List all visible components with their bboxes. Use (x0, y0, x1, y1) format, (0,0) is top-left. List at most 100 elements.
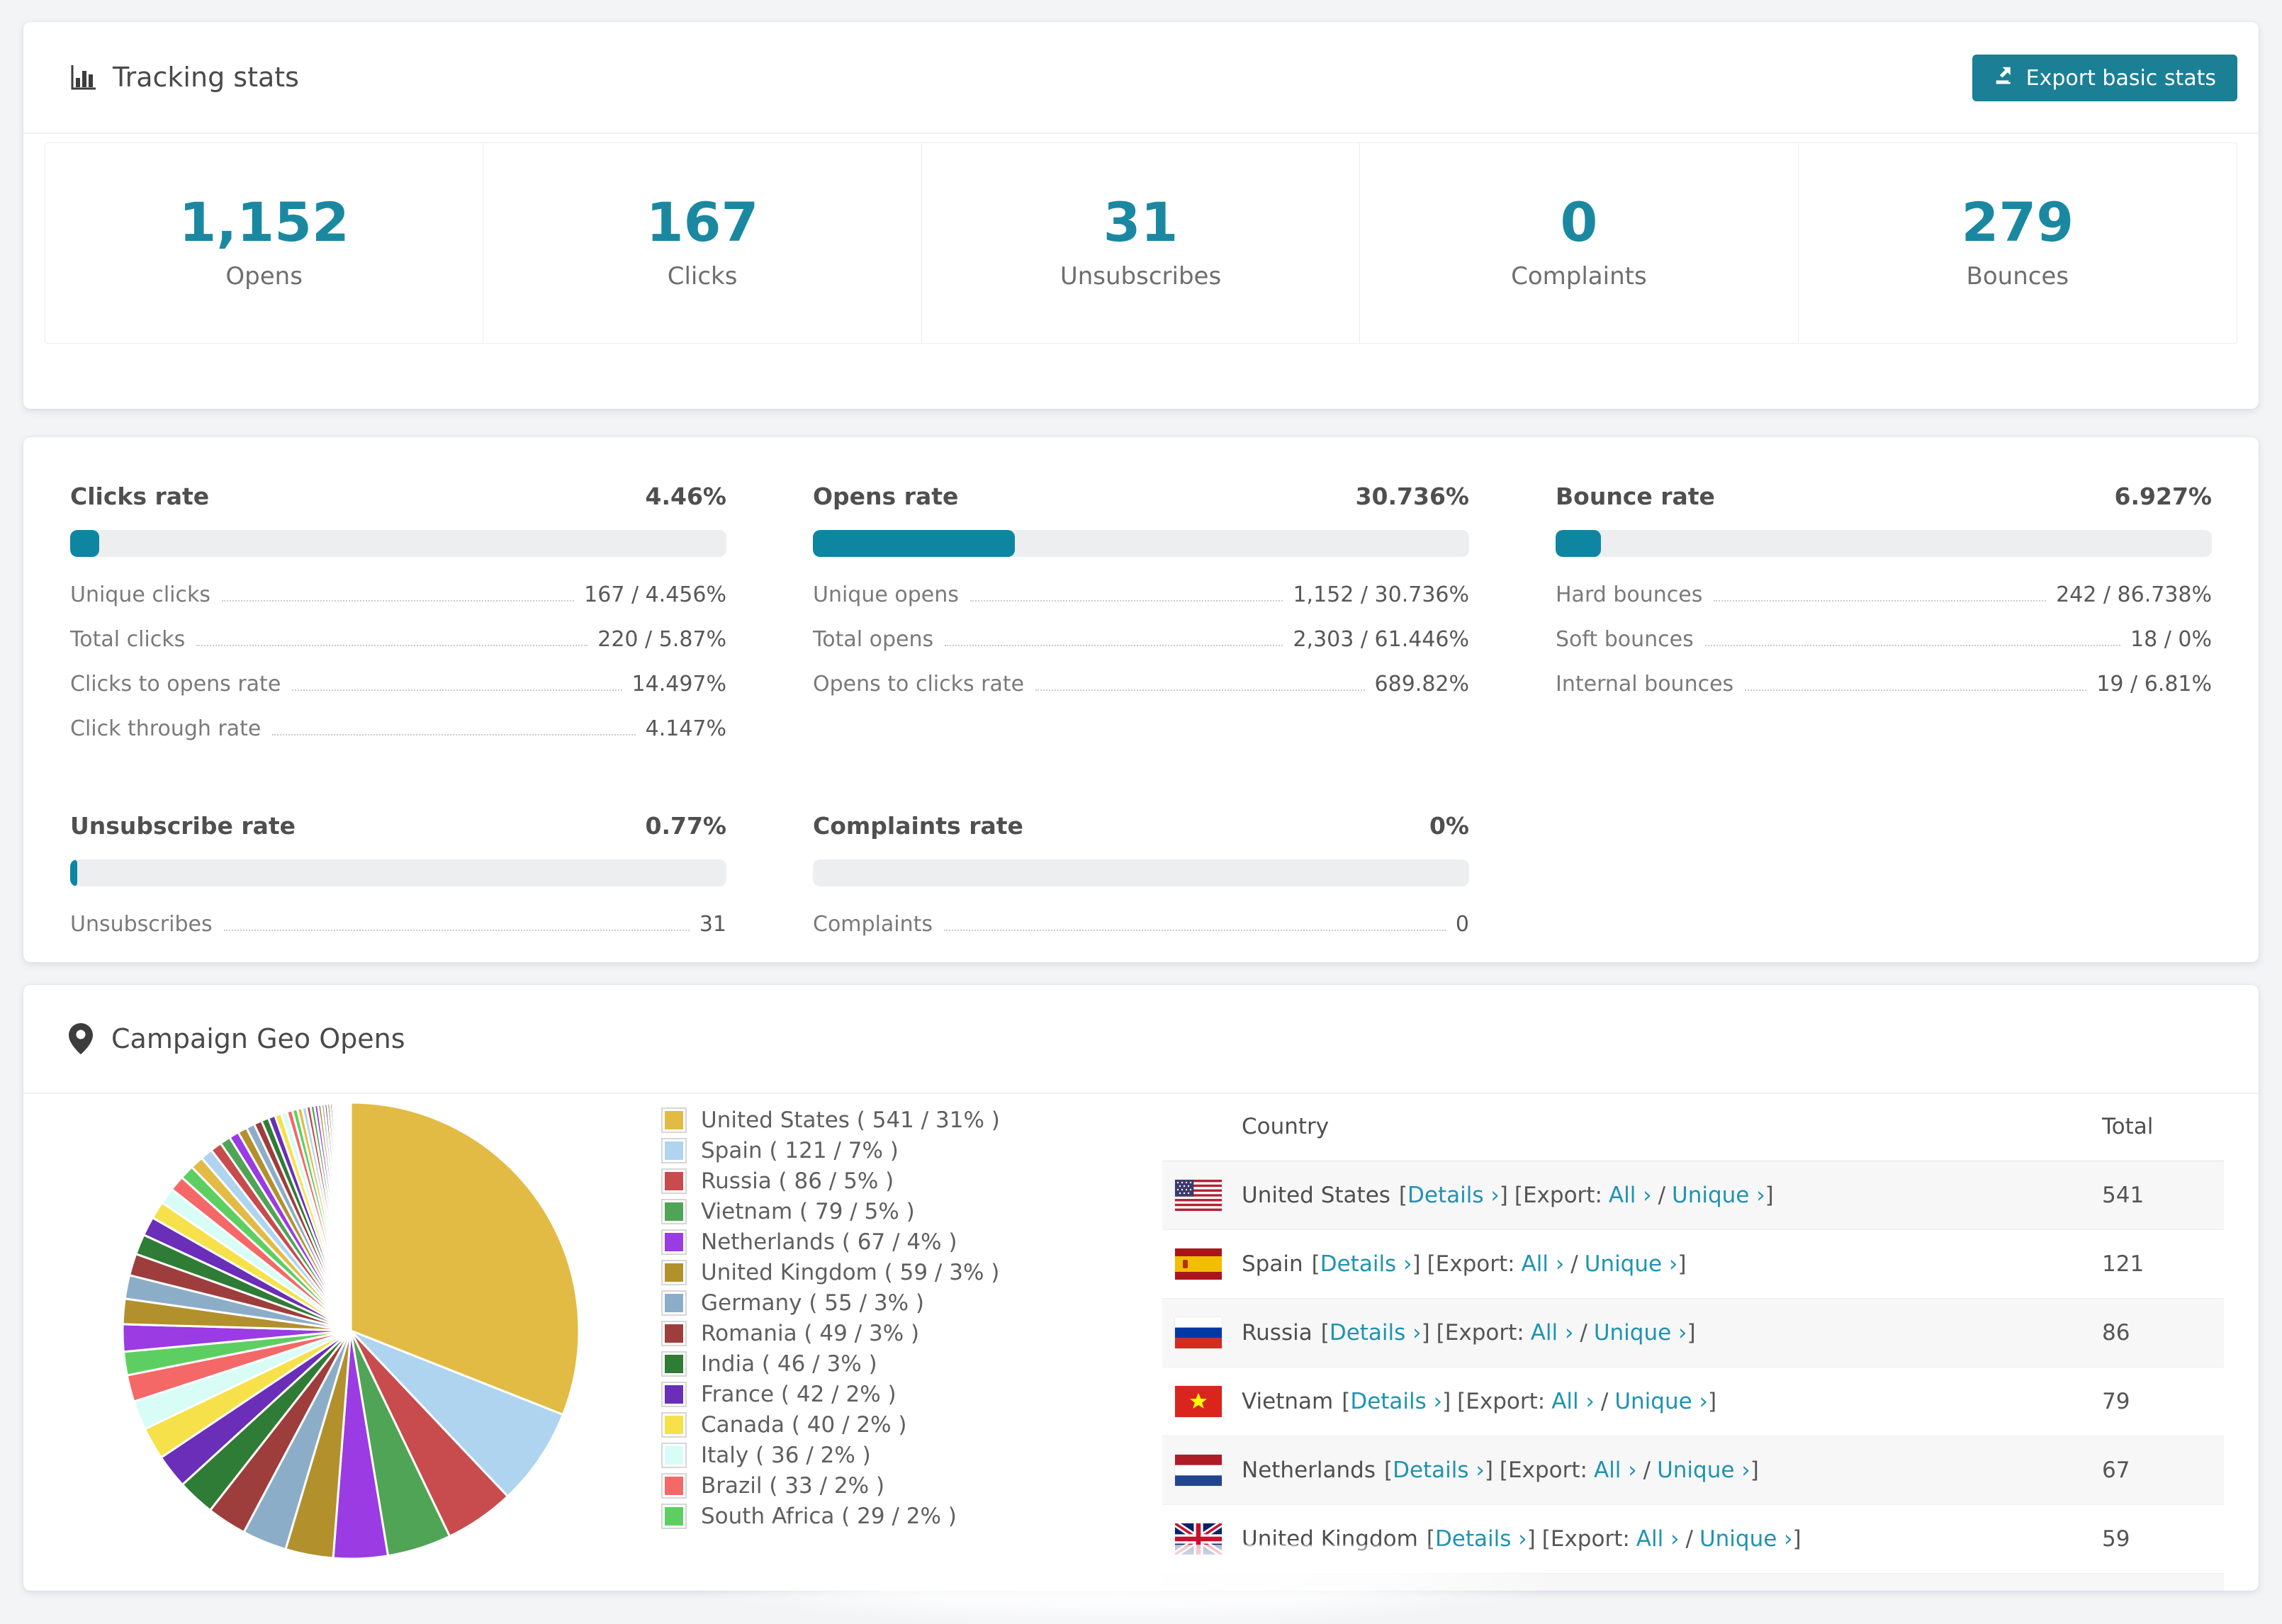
export-all-link[interactable]: All › (1531, 1320, 1574, 1346)
row-links: [Details ›] [Export: All › / Unique ›] (1320, 1320, 1696, 1346)
clicks-rate-bar (70, 530, 726, 557)
export-all-link[interactable]: All › (1522, 1251, 1565, 1277)
country-total: 67 (2102, 1457, 2130, 1483)
country-column-header: Country (1242, 1114, 1330, 1139)
legend-item-russia[interactable]: Russia ( 86 / 5% ) (661, 1168, 1086, 1194)
rate-row-label: Click through rate (70, 716, 262, 741)
country-name: Vietnam (1242, 1389, 1334, 1414)
rate-row-value: 220 / 5.87% (597, 627, 726, 652)
table-row-germany: Germany [Details ›][Export:All ›/Unique … (1162, 1574, 2224, 1591)
rates-card: Clicks rate 4.46% Unique clicks 167 / 4.4… (23, 437, 2259, 962)
export-unique-link[interactable]: Unique › (1657, 1457, 1750, 1483)
rate-row-value: 1,152 / 30.736% (1293, 582, 1469, 607)
legend-swatch (661, 1351, 687, 1377)
legend-swatch (661, 1199, 687, 1224)
table-row-united-states: United States [Details ›] [Export: All › / U… (1162, 1161, 2224, 1230)
opens-rate-bar (813, 530, 1469, 557)
export-all-link[interactable]: All › (1551, 1389, 1595, 1414)
rate-row-value: 2,303 / 61.446% (1293, 627, 1469, 652)
legend-item-vietnam[interactable]: Vietnam ( 79 / 5% ) (661, 1199, 1086, 1224)
legend-item-south-africa[interactable]: South Africa ( 29 / 2% ) (661, 1504, 1086, 1529)
dotted-leader (223, 930, 690, 931)
details-link[interactable]: Details › (1330, 1320, 1422, 1346)
export-all-link[interactable]: All › (1594, 1457, 1637, 1483)
rate-row-value: 19 / 6.81% (2096, 672, 2212, 697)
legend-item-united-kingdom[interactable]: United Kingdom ( 59 / 3% ) (661, 1260, 1086, 1285)
legend-item-canada[interactable]: Canada ( 40 / 2% ) (661, 1412, 1086, 1438)
details-link[interactable]: Details › (1320, 1251, 1412, 1277)
table-row-netherlands: Netherlands [Details ›] [Export: All › / Uni… (1162, 1436, 2224, 1505)
details-link[interactable]: Details › (1393, 1457, 1485, 1483)
export-basic-stats-button[interactable]: Export basic stats (1972, 55, 2237, 101)
legend-item-india[interactable]: India ( 46 / 3% ) (661, 1351, 1086, 1377)
rate-row-label: Hard bounces (1556, 582, 1703, 607)
dotted-leader (969, 600, 1283, 602)
export-unique-link[interactable]: Unique › (1699, 1526, 1793, 1552)
table-row-russia: Russia [Details ›] [Export: All › / Unique ›… (1162, 1299, 2224, 1368)
clicks-count: 167 (646, 191, 759, 254)
legend-swatch (661, 1382, 687, 1407)
legend-swatch (661, 1168, 687, 1194)
country-name: Spain (1242, 1251, 1303, 1277)
stat-box-opens: 1,152 Opens (45, 143, 484, 343)
stats-row: 1,152 Opens 167 Clicks 31 Unsubscribes 0… (45, 142, 2237, 344)
rate-row-value: 242 / 86.738% (2056, 582, 2212, 607)
rate-row-label: Clicks to opens rate (70, 672, 281, 697)
legend-item-france[interactable]: France ( 42 / 2% ) (661, 1382, 1086, 1407)
export-unique-link[interactable]: Unique › (1594, 1320, 1687, 1346)
rate-row-label: Soft bounces (1556, 627, 1694, 652)
export-unique-link[interactable]: Unique › (1585, 1251, 1678, 1277)
export-button-label: Export basic stats (2025, 65, 2216, 91)
legend-item-romania[interactable]: Romania ( 49 / 3% ) (661, 1321, 1086, 1346)
page-title: Tracking stats (113, 62, 299, 93)
dotted-leader (944, 930, 1446, 931)
opens-label: Opens (225, 262, 303, 291)
stat-box-complaints: 0 Complaints (1360, 143, 1799, 343)
dotted-leader (1704, 645, 2121, 646)
country-total: 121 (2102, 1251, 2145, 1277)
details-link[interactable]: Details › (1435, 1526, 1527, 1552)
bounce-rate-bar (1556, 530, 2212, 557)
country-total: 59 (2102, 1526, 2130, 1552)
country-total: 79 (2102, 1389, 2130, 1414)
bounces-count: 279 (1961, 191, 2074, 254)
dotted-leader (945, 645, 1283, 646)
legend-item-spain[interactable]: Spain ( 121 / 7% ) (661, 1138, 1086, 1163)
legend-item-germany[interactable]: Germany ( 55 / 3% ) (661, 1290, 1086, 1316)
rate-row-label: Internal bounces (1556, 672, 1734, 697)
details-link[interactable]: Details › (1407, 1183, 1500, 1208)
legend-item-italy[interactable]: Italy ( 36 / 2% ) (661, 1443, 1086, 1468)
geo-opens-header: Campaign Geo Opens (23, 985, 2259, 1094)
geo-pie-chart[interactable] (117, 1097, 585, 1564)
geo-pie-wrap (117, 1097, 585, 1564)
legend-swatch (661, 1473, 687, 1499)
export-all-link[interactable]: All › (1609, 1183, 1652, 1208)
legend-swatch (661, 1504, 687, 1529)
unsubscribe-rate-title: Unsubscribe rate (70, 812, 296, 840)
tracking-stats-card: Tracking stats Export basic stats 1,152 … (23, 22, 2259, 409)
country-name: Netherlands (1242, 1457, 1376, 1483)
united-kingdom-flag-icon (1175, 1523, 1222, 1555)
stat-box-bounces: 279 Bounces (1799, 143, 2237, 343)
legend-item-united-states[interactable]: United States ( 541 / 31% ) (661, 1107, 1086, 1133)
export-unique-link[interactable]: Unique › (1672, 1183, 1765, 1208)
rate-row-value: 0 (1455, 912, 1469, 937)
geo-opens-title: Campaign Geo Opens (111, 1023, 405, 1054)
legend-item-netherlands[interactable]: Netherlands ( 67 / 4% ) (661, 1229, 1086, 1255)
export-unique-link[interactable]: Unique › (1614, 1389, 1708, 1414)
legend-item-brazil[interactable]: Brazil ( 33 / 2% ) (661, 1473, 1086, 1499)
opens-rate-title: Opens rate (813, 483, 959, 510)
rates-grid: Clicks rate 4.46% Unique clicks 167 / 4.4… (70, 483, 2212, 957)
legend-swatch (661, 1229, 687, 1255)
legend-swatch (661, 1290, 687, 1316)
rate-row-label: Unique opens (813, 582, 959, 607)
rate-row-value: 14.497% (631, 672, 726, 697)
export-all-link[interactable]: All › (1636, 1526, 1680, 1552)
details-link[interactable]: Details › (1350, 1389, 1442, 1414)
complaints-rate-panel: Complaints rate 0% Complaints 0 (813, 812, 1469, 957)
complaints-rate-value: 0% (1429, 812, 1469, 840)
rate-row-value: 31 (699, 912, 726, 937)
rate-row-value: 689.82% (1374, 672, 1469, 697)
legend-swatch (661, 1260, 687, 1285)
bounce-rate-fill (1556, 530, 1602, 557)
